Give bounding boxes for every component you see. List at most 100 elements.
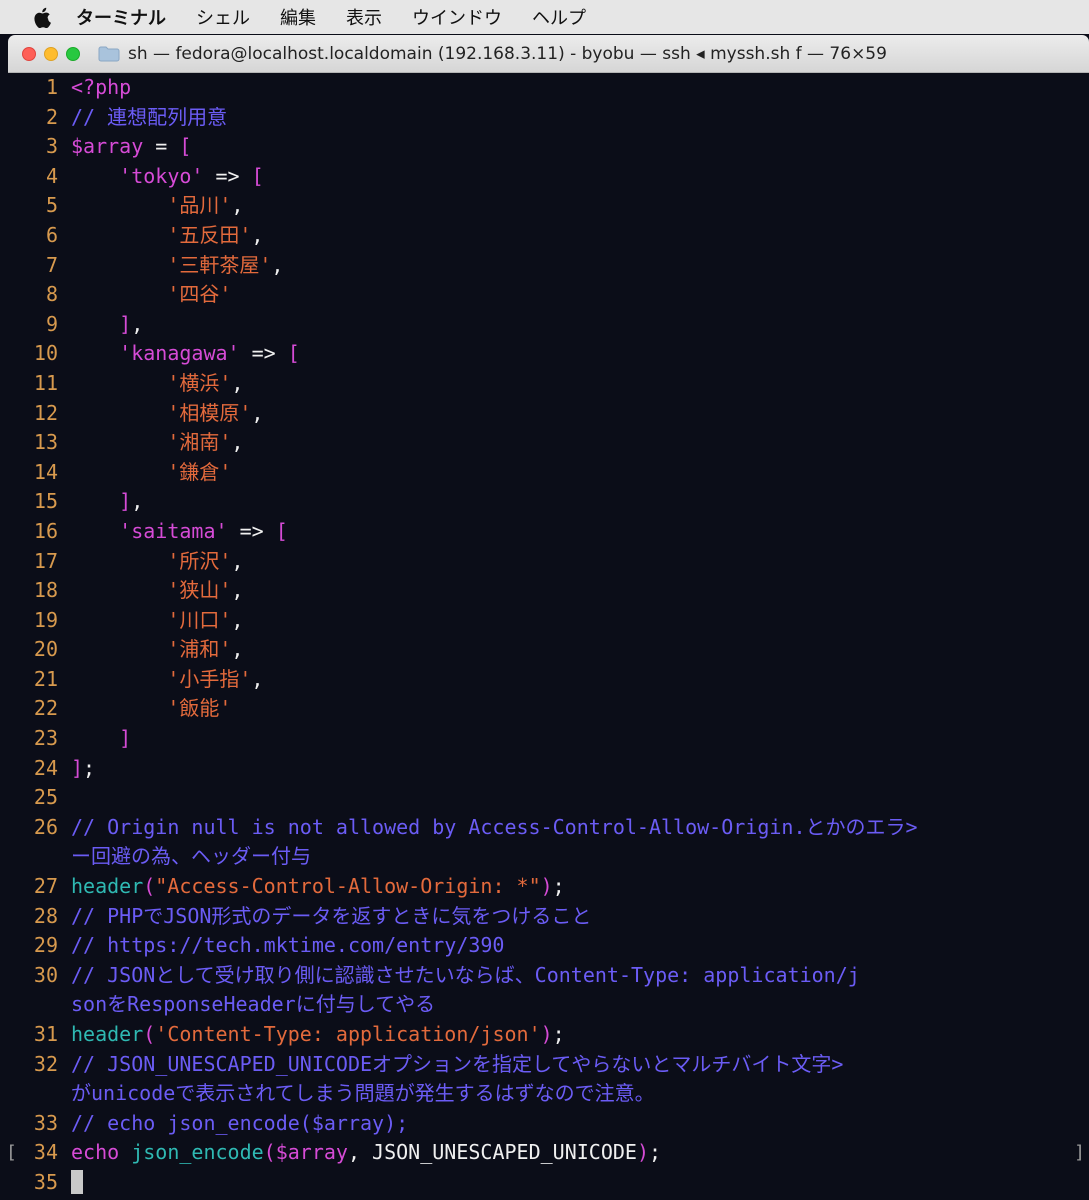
menu-bar: ターミナル シェル 編集 表示 ウインドウ ヘルプ bbox=[0, 0, 1089, 34]
code-token: [ bbox=[251, 163, 264, 188]
code-text: '鎌倉' bbox=[71, 458, 1089, 488]
code-token: , bbox=[251, 400, 264, 425]
menu-help[interactable]: ヘルプ bbox=[532, 4, 586, 30]
code-token: ( bbox=[263, 1140, 276, 1165]
code-line: 35 bbox=[8, 1168, 1089, 1198]
code-token: ) bbox=[540, 1022, 553, 1046]
code-line: 33 // echo json_encode($array); bbox=[8, 1109, 1089, 1139]
line-number: 27 bbox=[33, 874, 58, 899]
code-token: // Origin null is not allowed by Access-… bbox=[71, 814, 918, 839]
apple-menu-icon[interactable] bbox=[34, 6, 54, 28]
code-text: '所沢', bbox=[71, 547, 1089, 577]
line-number: 35 bbox=[33, 1169, 58, 1194]
code-token: , bbox=[231, 548, 244, 573]
line-number: 33 bbox=[33, 1110, 58, 1135]
code-text: '川口', bbox=[71, 606, 1089, 636]
code-text: がunicodeで表示されてしまう問題が発生するはずなので注意。 bbox=[71, 1079, 1089, 1109]
line-number: 20 bbox=[33, 637, 58, 662]
code-token: , bbox=[231, 430, 244, 455]
line-number: 29 bbox=[33, 933, 58, 958]
code-token: 'kanagawa' bbox=[119, 341, 240, 366]
line-number: 17 bbox=[33, 548, 58, 573]
line-number: 4 bbox=[45, 163, 58, 188]
code-token: ( bbox=[143, 874, 156, 899]
code-token: ; bbox=[83, 755, 96, 780]
code-line: 12 '相模原', bbox=[8, 399, 1089, 429]
code-text: // PHPでJSON形式のデータを返すときに気をつけること bbox=[71, 902, 1089, 932]
code-line: 23 ] bbox=[8, 724, 1089, 754]
code-token: // 連想配列用意 bbox=[71, 104, 228, 129]
code-token: 'tokyo' bbox=[119, 163, 204, 188]
line-number: 16 bbox=[33, 518, 58, 543]
code-text: '横浜', bbox=[71, 369, 1089, 399]
code-token: , JSON_UNESCAPED_UNICODE bbox=[347, 1140, 637, 1165]
code-token: '横浜' bbox=[167, 370, 232, 395]
left-bracket-marker: [ bbox=[6, 1142, 17, 1163]
code-text: ] bbox=[71, 724, 1089, 754]
minimize-window-button[interactable] bbox=[44, 46, 58, 61]
code-line: 16 'saitama' => [ bbox=[8, 517, 1089, 547]
code-token: ( bbox=[143, 1022, 156, 1046]
menu-terminal[interactable]: ターミナル bbox=[76, 4, 166, 30]
menu-shell[interactable]: シェル bbox=[196, 4, 250, 30]
code-token: , bbox=[231, 370, 244, 395]
code-line: 19 '川口', bbox=[8, 606, 1089, 636]
code-token: header bbox=[71, 1022, 144, 1046]
right-bracket-marker: ] bbox=[1074, 1142, 1085, 1163]
menu-edit[interactable]: 編集 bbox=[280, 4, 316, 30]
code-line: 7 '三軒茶屋', bbox=[8, 251, 1089, 281]
line-number: 18 bbox=[33, 578, 58, 603]
code-line: 24]; bbox=[8, 754, 1089, 784]
code-line: 32 // JSON_UNESCAPED_UNICODEオプションを指定してやらな… bbox=[8, 1050, 1089, 1080]
code-token: ) bbox=[636, 1140, 649, 1165]
line-number: 31 bbox=[33, 1022, 58, 1046]
line-number: 1 bbox=[45, 75, 58, 99]
code-line: 31 header('Content-Type: application/json… bbox=[8, 1020, 1089, 1050]
code-line: 21 '小手指', bbox=[8, 665, 1089, 695]
line-number: 14 bbox=[33, 459, 58, 484]
menu-window[interactable]: ウインドウ bbox=[412, 4, 502, 30]
code-token: 'saitama' bbox=[119, 518, 228, 543]
line-number: 5 bbox=[45, 193, 58, 218]
window-titlebar[interactable]: sh — fedora@localhost.localdomain (192.1… bbox=[8, 35, 1089, 73]
code-text: $array = [ bbox=[71, 132, 1089, 162]
code-token: => bbox=[203, 163, 252, 188]
code-token: // https://tech.mktime.com/entry/390 bbox=[71, 933, 505, 958]
line-number: 12 bbox=[33, 400, 58, 425]
zoom-window-button[interactable] bbox=[66, 46, 80, 61]
line-number: 23 bbox=[33, 726, 58, 751]
code-text: '五反田', bbox=[71, 221, 1089, 251]
line-number bbox=[8, 990, 71, 1020]
code-token: sonをResponseHeaderに付与してやる bbox=[71, 992, 436, 1017]
code-text: '浦和', bbox=[71, 635, 1089, 665]
code-line: がunicodeで表示されてしまう問題が発生するはずなので注意。 bbox=[8, 1079, 1089, 1109]
terminal-content[interactable]: 1 <?php 2// 連想配列用意 3 $array = [4 'tokyo' => … bbox=[6, 73, 1089, 1200]
line-number: 15 bbox=[33, 489, 58, 514]
code-token: ] bbox=[119, 311, 132, 336]
code-text: <?php bbox=[71, 73, 1089, 103]
code-token: '五反田' bbox=[167, 222, 252, 247]
code-token: // JSON_UNESCAPED_UNICODEオプションを指定してやらないと… bbox=[71, 1051, 844, 1076]
code-line: 11 '横浜', bbox=[8, 369, 1089, 399]
code-token: ) bbox=[540, 874, 553, 899]
line-number: 8 bbox=[45, 282, 58, 307]
line-number: 32 bbox=[33, 1051, 58, 1076]
code-line: 15 ], bbox=[8, 487, 1089, 517]
code-line: 13 '湘南', bbox=[8, 428, 1089, 458]
code-text: // JSONとして受け取り側に認識させたいならば、Content-Type: … bbox=[71, 961, 1089, 991]
close-window-button[interactable] bbox=[22, 46, 36, 61]
menu-view[interactable]: 表示 bbox=[346, 4, 382, 30]
code-token: [ bbox=[287, 341, 300, 366]
code-text: // JSON_UNESCAPED_UNICODEオプションを指定してやらないと… bbox=[71, 1050, 1089, 1080]
code-line: 17 '所沢', bbox=[8, 547, 1089, 577]
line-number: 7 bbox=[45, 252, 58, 277]
line-number: 24 bbox=[33, 755, 58, 780]
line-number: 28 bbox=[33, 903, 58, 928]
